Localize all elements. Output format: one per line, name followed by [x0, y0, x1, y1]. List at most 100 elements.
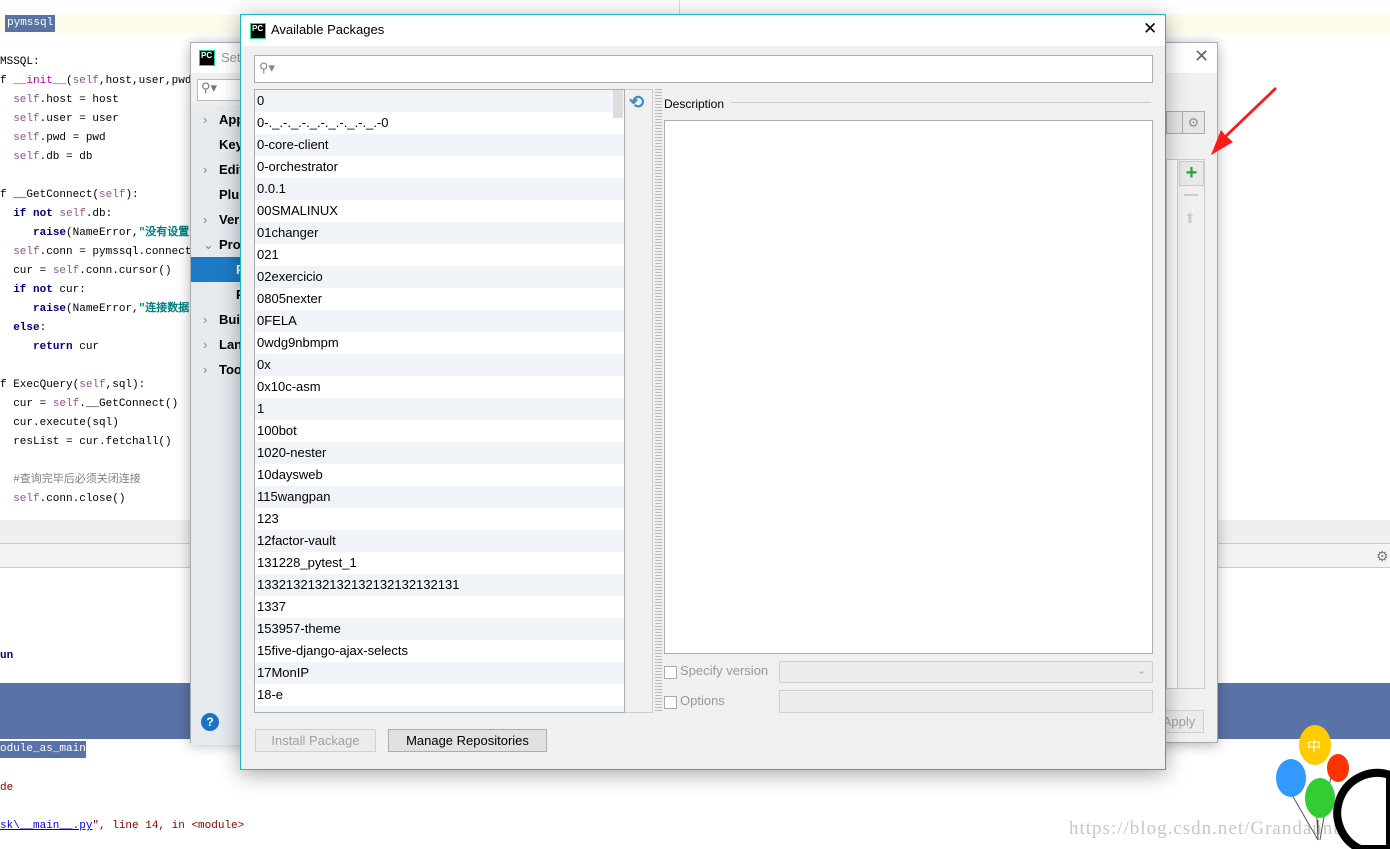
package-list-item[interactable]: 123 [255, 508, 624, 530]
package-list-item[interactable]: 0.0.1 [255, 178, 624, 200]
package-list-item[interactable]: 131228_pytest_1 [255, 552, 624, 574]
code-line: #查询完毕后必须关闭连接 [0, 474, 141, 486]
settings-sidebar-item[interactable]: › Too [191, 357, 241, 382]
options-checkbox[interactable] [664, 696, 677, 709]
package-list-item[interactable]: 0wdg9nbmpm [255, 332, 624, 354]
gear-icon[interactable]: ⚙ [1376, 548, 1389, 565]
chevron-icon: › [203, 337, 208, 352]
chevron-icon: › [203, 362, 208, 377]
specify-version-checkbox[interactable] [664, 666, 677, 679]
description-label: Description [664, 97, 725, 111]
package-list-item[interactable]: 0-orchestrator [255, 156, 624, 178]
package-list-item[interactable]: 115wangpan [255, 486, 624, 508]
code-line: cur.execute(sql) [0, 417, 119, 429]
package-list-item[interactable]: 0 [255, 90, 624, 112]
package-list-item[interactable]: 1 [255, 398, 624, 420]
settings-sidebar-item[interactable]: › Lan [191, 332, 241, 357]
package-list-item[interactable]: 1020-nester [255, 442, 624, 464]
package-list-item[interactable]: 02exercicio [255, 266, 624, 288]
settings-sidebar-item[interactable]: ›Edit [191, 157, 241, 182]
run-output-line: de [0, 782, 14, 794]
settings-sidebar-item[interactable]: P [191, 257, 241, 282]
code-line: MSSQL: [0, 56, 40, 68]
settings-sidebar: ›AppKey›EditPlu›Ver⌄ProjPP›Buil›Lan›Too [191, 105, 241, 745]
interpreter-dropdown[interactable] [1166, 111, 1183, 134]
code-line: f __init__(self,host,user,pwd,db [0, 75, 212, 87]
package-list-item[interactable]: 12factor-vault [255, 530, 624, 552]
available-packages-dialog: PC Available Packages ✕ ⚲▾ 0 0-._.-._.-._… [240, 14, 1166, 770]
settings-sidebar-item[interactable]: P [191, 282, 241, 307]
package-list-item[interactable]: 153957-theme [255, 618, 624, 640]
settings-sidebar-item[interactable]: Key [191, 132, 241, 157]
package-list-item[interactable]: 0-._.-._.-._.-._.-._.-._.-0 [255, 112, 624, 134]
search-icon: ⚲▾ [259, 60, 276, 75]
package-list-item[interactable]: 00SMALINUX [255, 200, 624, 222]
package-list-item[interactable]: 0x [255, 354, 624, 376]
package-list-item[interactable]: 1332132132132132132132132131 [255, 574, 624, 596]
dialog-title: Available Packages [271, 22, 385, 37]
package-list-item[interactable]: 1pass [255, 706, 624, 712]
package-list-item[interactable]: 0805nexter [255, 288, 624, 310]
run-output-line: un [0, 650, 14, 662]
code-line: self.db = db [13, 151, 93, 163]
close-icon[interactable]: ✕ [1194, 46, 1209, 67]
help-icon[interactable]: ? [201, 713, 219, 731]
chevron-icon: › [203, 212, 208, 227]
install-package-button[interactable]: Install Package [255, 729, 376, 752]
upgrade-arrow-icon[interactable]: ⬆ [1184, 210, 1196, 227]
package-toolbar: + ⬆ [1177, 159, 1205, 689]
list-scrollbar-thumb[interactable] [613, 90, 623, 118]
manage-repositories-button[interactable]: Manage Repositories [388, 729, 547, 752]
refresh-icon[interactable]: ⟲ [629, 92, 644, 113]
code-line: cur = self.__GetConnect() [0, 398, 179, 410]
package-list[interactable]: 0 0-._.-._.-._.-._.-._.-._.-0 0-core-clien… [254, 89, 625, 713]
settings-sidebar-item[interactable]: › Ver [191, 207, 241, 232]
version-select[interactable]: ⌄ [779, 661, 1153, 683]
package-list-item[interactable]: 15five-django-ajax-selects [255, 640, 624, 662]
code-line: self.conn.close() [13, 493, 126, 505]
svg-text:中: 中 [1307, 738, 1321, 754]
package-list-item[interactable]: 0x10c-asm [255, 376, 624, 398]
settings-sidebar-item[interactable]: ›Buil [191, 307, 241, 332]
options-label: Options [680, 693, 725, 708]
package-list-item[interactable]: 021 [255, 244, 624, 266]
package-list-item[interactable]: 17MonIP [255, 662, 624, 684]
code-line: raise(NameError,"没有设置 [33, 227, 190, 239]
package-list-item[interactable]: 100bot [255, 420, 624, 442]
code-line: raise(NameError,"连接数据 [33, 303, 190, 315]
gear-icon[interactable]: ⚙ [1182, 111, 1205, 134]
chevron-icon: › [203, 312, 208, 327]
dialog-titlebar: PC Available Packages ✕ [241, 15, 1165, 46]
package-list-item[interactable]: 01changer [255, 222, 624, 244]
package-list-item[interactable]: 1337 [255, 596, 624, 618]
package-list-item[interactable]: 0FELA [255, 310, 624, 332]
close-icon[interactable]: ✕ [1143, 19, 1157, 39]
traceback-line: sk\__main__.py", line 14, in <module> [0, 820, 245, 832]
code-line: self.conn = pymssql.connect(hos [13, 246, 218, 258]
settings-sidebar-item[interactable]: › App [191, 107, 241, 132]
file-link[interactable]: sk\__main__.py [0, 820, 92, 832]
code-line: else: [13, 322, 47, 334]
splitter-handle[interactable] [655, 89, 662, 713]
remove-package-button[interactable] [1184, 194, 1198, 196]
package-list-item[interactable]: 10daysweb [255, 464, 624, 486]
package-list-item[interactable]: 0-core-client [255, 134, 624, 156]
code-line: if not self.db: [13, 208, 113, 220]
code-line: f __GetConnect(self): [0, 189, 139, 201]
code-line: f ExecQuery(self,sql): [0, 379, 146, 391]
settings-sidebar-item[interactable]: ⌄Proj [191, 232, 241, 257]
code-line: cur = self.conn.cursor() [0, 265, 172, 277]
add-package-button[interactable]: + [1179, 161, 1204, 186]
specify-version-label: Specify version [680, 663, 769, 678]
options-input[interactable] [779, 690, 1153, 713]
red-arrow-annotation [1211, 87, 1277, 155]
pycharm-logo: PC [199, 50, 215, 66]
settings-search-input[interactable]: ⚲▾ [197, 79, 241, 101]
settings-sidebar-item[interactable]: Plu [191, 182, 241, 207]
chevron-icon: › [203, 112, 208, 127]
chevron-down-icon: ⌄ [1136, 665, 1146, 677]
package-search-input[interactable]: ⚲▾ [254, 55, 1153, 83]
package-list-item[interactable]: 18-e [255, 684, 624, 706]
balloons-logo: 中 [1276, 725, 1390, 849]
selected-text: pymssql [5, 15, 56, 32]
